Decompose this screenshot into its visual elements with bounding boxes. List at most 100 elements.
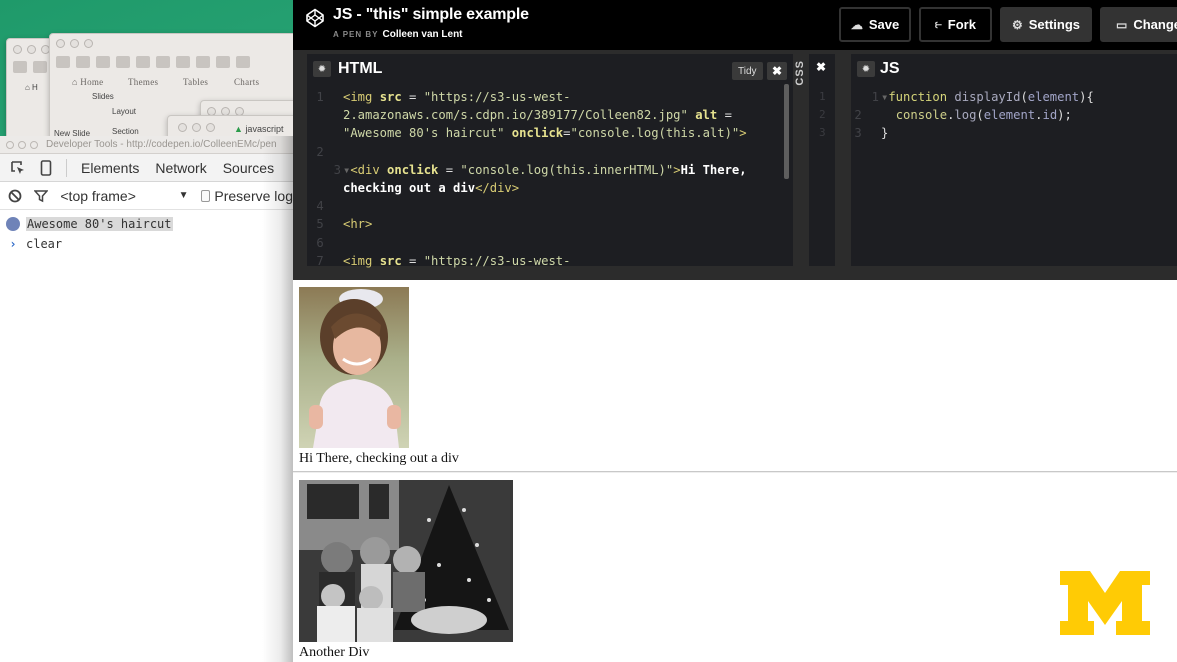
code-line[interactable]: 7 <img src = "https://s3-us-west- (307, 252, 779, 270)
fold-arrow-icon[interactable]: ▾ (343, 161, 350, 179)
code-line[interactable]: 1 <img src = "https://s3-us-west- (307, 88, 779, 106)
code-line[interactable]: 3 } (845, 124, 1163, 142)
umich-block-m-logo (1060, 571, 1150, 635)
code-line[interactable]: checking out a div </div> (307, 179, 779, 197)
ribbon-tab-tables[interactable]: Tables (183, 77, 208, 87)
editor-area: ✹ HTML Tidy ✖ 1 <img src = "https://s3-u… (293, 50, 1177, 280)
fold-arrow-icon[interactable]: ▾ (881, 88, 888, 106)
tidy-button[interactable]: Tidy (732, 62, 763, 80)
code-token: "https://s3-us-west- (423, 253, 571, 268)
change-view-button[interactable]: ▭ Change View (1100, 7, 1177, 42)
code-token: <img (343, 253, 380, 268)
devtools-window-title: Developer Tools - http://codepen.io/Coll… (46, 139, 277, 150)
clear-console-icon[interactable] (8, 189, 22, 203)
code-line[interactable]: 2 (307, 143, 779, 161)
pen-byline: A PEN BY Colleen van Lent (333, 29, 463, 40)
context-selector[interactable]: <top frame> (60, 188, 178, 204)
code-token: . (1035, 108, 1043, 123)
fork-button[interactable]: ⥼ Fork (919, 7, 992, 42)
code-line[interactable]: 5 <hr> (307, 215, 779, 233)
save-button[interactable]: ☁ Save (839, 7, 911, 42)
code-token: <hr> (343, 217, 373, 232)
tab-network[interactable]: Network (147, 160, 214, 176)
html-pane-header: ✹ HTML Tidy ✖ (307, 54, 793, 82)
code-token: > (739, 126, 747, 141)
ribbon-tab-charts[interactable]: Charts (234, 77, 259, 87)
line-number: 7 (316, 253, 331, 268)
preview-frame: Hi There, checking out a div Another Div (293, 280, 1177, 662)
close-window-button[interactable] (6, 140, 14, 149)
code-line[interactable]: 2.amazonaws.com/s.cdpn.io/389177/Colleen… (307, 106, 779, 124)
line-number: 5 (316, 217, 331, 232)
code-token: checking out a div (343, 181, 476, 196)
author-link[interactable]: Colleen van Lent (383, 29, 463, 40)
code-token: onclick (511, 126, 564, 141)
html-code-editor[interactable]: 1 <img src = "https://s3-us-west- 2.amaz… (307, 88, 779, 270)
code-token: src (379, 90, 402, 104)
css-editor-pane: ✖ 1 2 3 (809, 54, 835, 266)
line-number: 1 (316, 90, 331, 104)
code-token: "https://s3-us-west- (423, 90, 571, 104)
codepen-header: JS - "this" simple example A PEN BY Colle… (293, 0, 1177, 50)
html-pane-title: HTML (338, 60, 383, 77)
code-line[interactable]: 2 console. log(element. id); (845, 106, 1163, 124)
code-line[interactable]: 4 (307, 197, 779, 215)
code-token: log (954, 108, 977, 123)
code-token: displayId (954, 90, 1021, 104)
browser-tab-javascript[interactable]: ▲ javascript (234, 124, 283, 134)
device-mode-icon[interactable] (36, 158, 56, 178)
another-div[interactable]: Another Div (299, 645, 369, 661)
tab-elements[interactable]: Elements (73, 160, 147, 176)
inspect-element-icon[interactable] (8, 158, 28, 178)
haircut-photo[interactable] (299, 287, 409, 448)
line-number: 2 (316, 144, 331, 159)
line-number (307, 124, 343, 142)
js-code-editor[interactable]: 1 ▾ function displayId(element){2 console.… (845, 88, 1163, 143)
console-input-text: clear (26, 237, 63, 251)
codepen-logo-icon[interactable] (305, 8, 325, 28)
code-token: "console.log(this.innerHTML)" (460, 162, 674, 177)
code-line[interactable]: 3 ▾ <div onclick = "console.log(this.inner… (307, 161, 779, 179)
pen-title[interactable]: JS - "this" simple example (333, 6, 529, 24)
close-html-icon[interactable]: ✖ (767, 62, 787, 80)
settings-button[interactable]: ⚙ Settings (1000, 7, 1092, 42)
chevron-down-icon[interactable]: ▼ (179, 190, 189, 201)
ribbon-tab-home[interactable]: ⌂ Home (72, 77, 103, 87)
gear-icon: ⚙ (1011, 17, 1023, 32)
minimize-window-button[interactable] (18, 140, 26, 149)
block-m-icon (1060, 571, 1150, 635)
section-button[interactable]: Section (112, 127, 139, 136)
css-pane-label[interactable]: CSS (794, 60, 806, 86)
code-token: ( (1020, 90, 1028, 104)
filter-icon[interactable] (34, 189, 49, 203)
horizontal-rule (293, 471, 1177, 473)
zoom-window-button[interactable] (30, 140, 38, 149)
code-token: = (438, 162, 461, 177)
code-token: } (881, 126, 889, 141)
ribbon-tab-themes[interactable]: Themes (128, 77, 158, 87)
home-tab: ⌂ H (25, 83, 38, 92)
html-editor-scrollbar[interactable] (784, 84, 789, 179)
css-collapsed-tab[interactable] (793, 54, 809, 266)
hi-there-div[interactable]: Hi There, checking out a div (299, 451, 459, 467)
html-settings-gear-icon[interactable]: ✹ (313, 61, 331, 77)
code-token: <img (343, 90, 380, 104)
js-pane-title: JS (880, 60, 900, 77)
js-settings-gear-icon[interactable]: ✹ (857, 61, 875, 77)
christmas-photo[interactable] (299, 480, 513, 642)
line-number: 3 (854, 126, 869, 141)
console-filterbar: <top frame> ▼ Preserve log (0, 182, 293, 210)
code-token: function (888, 90, 955, 104)
console-input-line[interactable]: › clear (6, 234, 293, 254)
toolbar-icons (56, 56, 250, 68)
layout-button[interactable]: Layout (112, 107, 136, 116)
code-token: = (563, 126, 571, 141)
code-line[interactable]: "Awesome 80's haircut" onclick = "console.… (307, 124, 779, 142)
code-line[interactable]: 6 (307, 234, 779, 252)
drive-icon: ▲ (234, 124, 243, 134)
code-line[interactable]: 1 ▾ function displayId(element){ (845, 88, 1163, 106)
close-css-icon[interactable]: ✖ (811, 58, 831, 76)
preserve-log-checkbox[interactable] (200, 189, 211, 202)
